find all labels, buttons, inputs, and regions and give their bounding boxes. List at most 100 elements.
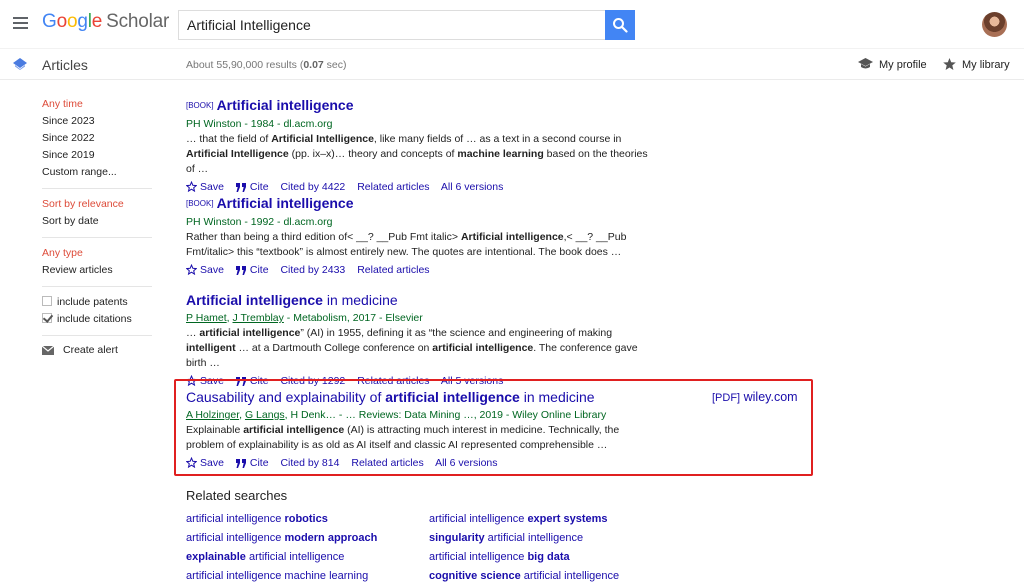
result-title[interactable]: Artificial intelligence in medicine bbox=[186, 291, 656, 309]
result-meta: PH Winston - 1984 - dl.acm.org bbox=[186, 118, 333, 130]
search-result: [BOOK] Artificial intelligence PH Winston… bbox=[185, 96, 656, 194]
divider bbox=[42, 237, 152, 238]
save-button[interactable]: Save bbox=[185, 180, 224, 193]
pdf-domain: wiley.com bbox=[743, 390, 798, 404]
google-scholar-logo[interactable]: Google Scholar bbox=[42, 11, 169, 33]
my-library-label: My library bbox=[962, 59, 1010, 71]
sub-header: Articles About 55,90,000 results (0.07 s… bbox=[0, 48, 1024, 80]
logo-letter: o bbox=[56, 11, 68, 32]
filter-review-articles[interactable]: Review articles bbox=[42, 262, 152, 279]
pdf-link[interactable]: [PDF] wiley.com bbox=[712, 390, 798, 404]
save-label: Save bbox=[200, 264, 224, 276]
mail-icon bbox=[41, 345, 55, 355]
results-count: About 55,90,000 results (0.07 sec) bbox=[186, 59, 347, 71]
result-meta: A Holzinger, G Langs, H Denk… - … Review… bbox=[186, 409, 607, 421]
result-title[interactable]: Causability and explainability of artifi… bbox=[186, 388, 656, 406]
all-versions-link[interactable]: All 6 versions bbox=[441, 181, 503, 193]
quote-icon bbox=[235, 266, 246, 275]
quote-icon bbox=[235, 183, 246, 192]
all-versions-link[interactable]: All 6 versions bbox=[435, 457, 497, 469]
section-title: Articles bbox=[42, 57, 88, 73]
cited-by-link[interactable]: Cited by 814 bbox=[280, 457, 339, 469]
logo-letter: G bbox=[42, 11, 57, 32]
my-library-link[interactable]: My library bbox=[943, 58, 1010, 71]
result-title[interactable]: [BOOK] Artificial intelligence bbox=[186, 96, 656, 115]
result-actions: Save Cite Cited by 4422 Related articles… bbox=[185, 180, 656, 194]
filter-since-2022[interactable]: Since 2022 bbox=[42, 130, 152, 147]
filter-any-time[interactable]: Any time bbox=[42, 96, 152, 113]
cited-by-link[interactable]: Cited by 4422 bbox=[280, 181, 345, 193]
result-snippet: Rather than being a third edition of< __… bbox=[186, 231, 627, 258]
search-result: [BOOK] Artificial intelligence PH Winston… bbox=[185, 194, 656, 277]
menu-icon[interactable] bbox=[13, 17, 28, 29]
save-label: Save bbox=[200, 181, 224, 193]
related-search-link[interactable]: artificial intelligence robotics bbox=[186, 513, 328, 525]
checkbox-box[interactable] bbox=[42, 296, 52, 306]
results-count-suffix: sec) bbox=[323, 59, 347, 71]
filter-since-2023[interactable]: Since 2023 bbox=[42, 113, 152, 130]
my-profile-label: My profile bbox=[879, 59, 927, 71]
checkbox-label: include citations bbox=[57, 313, 132, 325]
cite-label: Cite bbox=[249, 457, 269, 469]
logo-letter: g bbox=[77, 11, 88, 32]
related-search-link[interactable]: artificial intelligence modern approach bbox=[186, 532, 377, 544]
cite-button[interactable]: Cite bbox=[235, 457, 269, 469]
my-profile-link[interactable]: My profile bbox=[858, 58, 927, 71]
related-articles-link[interactable]: Related articles bbox=[351, 457, 423, 469]
result-title-text: Artificial intelligence bbox=[216, 97, 354, 113]
checkbox-box[interactable] bbox=[42, 313, 52, 323]
result-title-text: Artificial intelligence bbox=[216, 195, 354, 211]
articles-icon bbox=[13, 58, 27, 70]
sort-by-date[interactable]: Sort by date bbox=[42, 213, 152, 230]
related-search-link[interactable]: cognitive science artificial intelligenc… bbox=[429, 570, 619, 582]
logo-scholar-text: Scholar bbox=[106, 11, 170, 32]
save-label: Save bbox=[200, 457, 224, 469]
result-actions: Save Cite Cited by 814 Related articles … bbox=[185, 456, 656, 470]
star-icon bbox=[185, 263, 198, 276]
logo-letter: o bbox=[66, 11, 78, 32]
related-articles-link[interactable]: Related articles bbox=[357, 264, 429, 276]
cite-button[interactable]: Cite bbox=[235, 264, 269, 276]
search-result: Causability and explainability of artifi… bbox=[185, 388, 656, 470]
save-button[interactable]: Save bbox=[185, 263, 224, 276]
related-articles-link[interactable]: Related articles bbox=[357, 181, 429, 193]
checkbox-label: include patents bbox=[57, 296, 128, 308]
results-time: 0.07 bbox=[303, 59, 324, 71]
divider bbox=[42, 188, 152, 189]
result-title[interactable]: [BOOK] Artificial intelligence bbox=[186, 194, 656, 213]
search-input[interactable] bbox=[179, 11, 605, 39]
related-search-link[interactable]: artificial intelligence big data bbox=[429, 551, 570, 563]
filter-custom-range[interactable]: Custom range... bbox=[42, 164, 152, 181]
result-meta: PH Winston - 1992 - dl.acm.org bbox=[186, 216, 333, 228]
search-result: Artificial intelligence in medicine P Ha… bbox=[185, 291, 656, 388]
related-search-link[interactable]: artificial intelligence expert systems bbox=[429, 513, 608, 525]
star-icon bbox=[943, 58, 956, 70]
top-bar: Google Scholar bbox=[0, 0, 1024, 48]
avatar[interactable] bbox=[982, 12, 1007, 37]
filter-since-2019[interactable]: Since 2019 bbox=[42, 147, 152, 164]
filter-any-type[interactable]: Any type bbox=[42, 245, 152, 262]
result-snippet: … that the field of Artificial Intellige… bbox=[186, 133, 648, 175]
cite-button[interactable]: Cite bbox=[235, 181, 269, 193]
pdf-tag: [PDF] bbox=[712, 392, 741, 404]
include-citations-checkbox[interactable]: include citations bbox=[42, 311, 152, 328]
logo-letter: e bbox=[91, 11, 103, 32]
book-tag: [BOOK] bbox=[186, 199, 214, 208]
cited-by-link[interactable]: Cited by 2433 bbox=[280, 264, 345, 276]
cite-label: Cite bbox=[249, 264, 269, 276]
book-tag: [BOOK] bbox=[186, 101, 214, 110]
result-snippet: Explainable artificial intelligence (AI)… bbox=[186, 424, 620, 451]
search-button[interactable] bbox=[605, 10, 635, 40]
create-alert-link[interactable]: Create alert bbox=[41, 344, 118, 356]
related-search-link[interactable]: singularity artificial intelligence bbox=[429, 532, 583, 544]
include-patents-checkbox[interactable]: include patents bbox=[42, 294, 152, 311]
star-icon bbox=[185, 180, 198, 193]
related-search-link[interactable]: artificial intelligence machine learning bbox=[186, 570, 368, 582]
search-icon bbox=[613, 18, 628, 33]
related-search-link[interactable]: explainable artificial intelligence bbox=[186, 551, 344, 563]
sort-by-relevance[interactable]: Sort by relevance bbox=[42, 196, 152, 213]
result-snippet: … artificial intelligence” (AI) in 1955,… bbox=[186, 327, 638, 369]
quote-icon bbox=[235, 459, 246, 468]
save-button[interactable]: Save bbox=[185, 456, 224, 469]
divider bbox=[42, 335, 152, 336]
